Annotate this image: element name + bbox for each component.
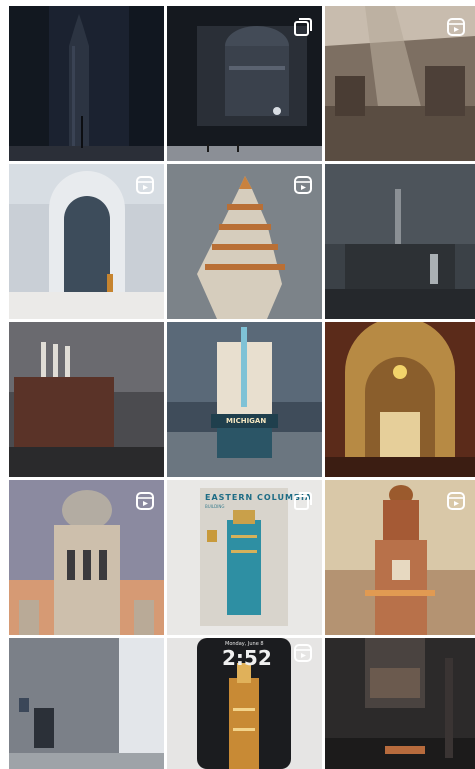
reel-icon (447, 492, 465, 510)
grid-tile[interactable] (9, 164, 164, 319)
tile-image (9, 322, 164, 477)
poster-subtitle: BUILDING (205, 504, 225, 509)
grid-tile[interactable] (325, 322, 475, 477)
tile-image (325, 164, 475, 319)
grid-tile[interactable] (167, 164, 322, 319)
reel-icon (447, 18, 465, 36)
grid-tile[interactable] (9, 6, 164, 161)
reel-icon (136, 492, 154, 510)
grid-tile[interactable] (167, 6, 322, 161)
grid-tile[interactable] (9, 322, 164, 477)
grid-tile[interactable] (9, 638, 164, 769)
grid-tile[interactable] (325, 638, 475, 769)
reel-icon (136, 176, 154, 194)
reel-icon (294, 644, 312, 662)
grid-tile[interactable]: EASTERN COLUMBIA BUILDING (167, 480, 322, 635)
grid-tile[interactable] (325, 6, 475, 161)
tile-image (325, 638, 475, 769)
theater-sign: MICHIGAN (226, 417, 267, 425)
grid-tile[interactable]: Monday, June 8 2:52 (167, 638, 322, 769)
tile-image (9, 638, 164, 769)
grid-tile[interactable]: MICHIGAN (167, 322, 322, 477)
reel-icon (294, 176, 312, 194)
tile-image (167, 322, 322, 477)
tile-image (325, 322, 475, 477)
grid-tile[interactable] (325, 480, 475, 635)
carousel-icon (294, 18, 312, 36)
lock-screen-time: 2:52 (222, 646, 272, 670)
carousel-icon (294, 492, 312, 510)
grid-tile[interactable] (9, 480, 164, 635)
image-grid: MICHIGAN EASTERN COLUMBIA BUILDING Monda… (0, 0, 475, 769)
grid-tile[interactable] (325, 164, 475, 319)
tile-image (9, 6, 164, 161)
